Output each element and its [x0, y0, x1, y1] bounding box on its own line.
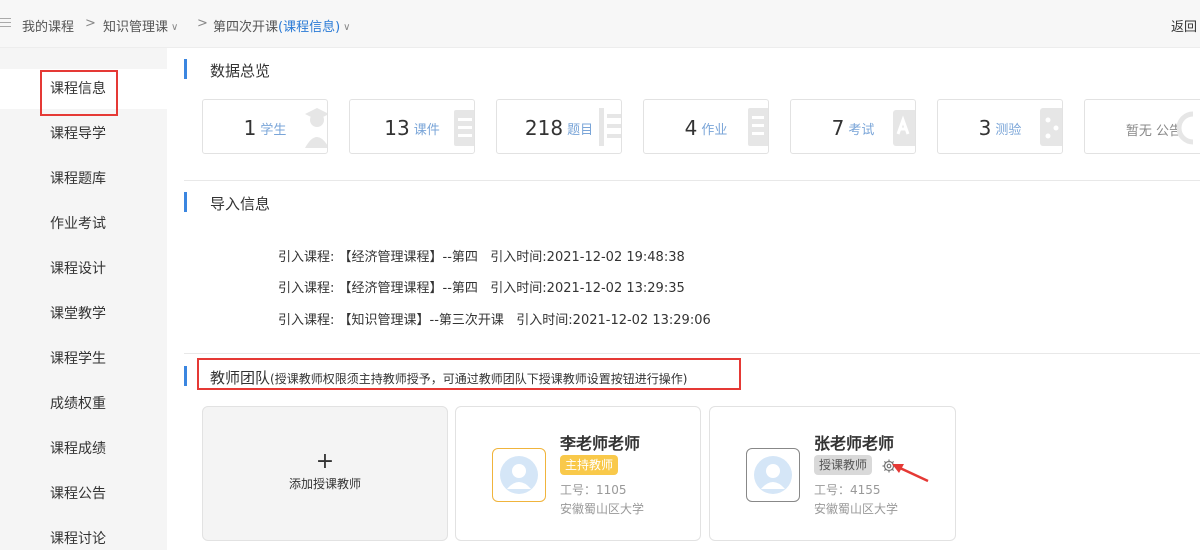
sidebar-item-question-bank[interactable]: 课程题库: [0, 159, 167, 199]
chevron-down-icon: ∨: [343, 22, 351, 33]
teacher-name: 张老师老师: [814, 434, 895, 453]
breadcrumb-separator: >: [85, 16, 96, 31]
avatar: [746, 448, 800, 502]
courseware-icon: [454, 110, 474, 146]
breadcrumb-session-label: 第四次开课: [213, 20, 279, 35]
stat-label: 课件: [413, 122, 440, 138]
breadcrumb-separator: >: [197, 16, 208, 31]
overview-title: 数据总览: [210, 62, 271, 80]
stat-card-coursewares[interactable]: 13 课件: [349, 99, 475, 154]
role-badge: 主持教师: [560, 455, 619, 475]
breadcrumb-course-label: 知识管理课: [103, 20, 169, 35]
user-avatar-icon: [500, 456, 538, 494]
stat-card-questions[interactable]: 218 题目: [496, 99, 622, 154]
user-avatar-icon: [754, 456, 792, 494]
stat-value: 13: [384, 116, 410, 140]
avatar: [492, 448, 546, 502]
sidebar-item-discussion[interactable]: 课程讨论: [0, 519, 167, 550]
exam-icon: [893, 110, 915, 146]
teacher-school: 安徽蜀山区大学: [814, 502, 899, 516]
import-record: 引入课程: 【经济管理课程】--第四 引入时间:2021-12-02 13:29…: [278, 281, 685, 296]
stat-value: 1: [243, 116, 257, 140]
teacher-name: 李老师老师: [560, 434, 641, 453]
question-icon: [599, 108, 621, 146]
breadcrumb-my-courses[interactable]: 我的课程: [22, 16, 74, 35]
stat-label: 测验: [995, 122, 1022, 138]
sidebar: 课程信息 课程导学 课程题库 作业考试 课程设计 课堂教学 课程学生 成绩权重 …: [0, 48, 167, 550]
stat-value: 4: [684, 116, 698, 140]
sidebar-item-grade-weights[interactable]: 成绩权重: [0, 384, 167, 424]
stat-label: 作业: [701, 122, 728, 138]
sidebar-item-announcements[interactable]: 课程公告: [0, 474, 167, 514]
homework-icon: [748, 108, 768, 146]
sidebar-item-course-design[interactable]: 课程设计: [0, 249, 167, 289]
section-accent-bar: [184, 192, 187, 212]
sidebar-item-course-guide[interactable]: 课程导学: [0, 114, 167, 154]
highlight-box: [40, 70, 118, 116]
stat-value: 3: [978, 116, 992, 140]
section-accent-bar: [184, 59, 187, 79]
quiz-icon: [1040, 108, 1062, 146]
sidebar-item-classroom-teaching[interactable]: 课堂教学: [0, 294, 167, 334]
stat-card-students[interactable]: 1 学生: [202, 99, 328, 154]
add-teacher-card[interactable]: + 添加授课教师: [202, 406, 448, 541]
menu-icon[interactable]: [0, 18, 11, 29]
stat-card-announcements[interactable]: 暂无 公告: [1084, 99, 1200, 154]
stat-card-quizzes[interactable]: 3 测验: [937, 99, 1063, 154]
chevron-down-icon: ∨: [171, 22, 179, 33]
breadcrumb-current-page: (课程信息): [278, 20, 341, 35]
add-teacher-label: 添加授课教师: [288, 477, 361, 491]
stat-card-homework[interactable]: 4 作业: [643, 99, 769, 154]
teacher-id: 工号：1105: [560, 483, 627, 497]
teacher-id: 工号：4155: [814, 483, 881, 497]
stat-label: 题目: [567, 122, 594, 138]
teacher-card-host: 李老师老师 主持教师 工号：1105 安徽蜀山区大学: [455, 406, 701, 541]
divider: [184, 353, 1200, 354]
announcement-icon: [1177, 111, 1194, 145]
back-link[interactable]: 返回: [1171, 16, 1197, 35]
annotation-arrow-icon: [892, 464, 929, 483]
breadcrumb-course[interactable]: 知识管理课 ∨: [103, 16, 178, 35]
stat-value: 7: [831, 116, 845, 140]
breadcrumb-session[interactable]: 第四次开课(课程信息) ∨: [213, 16, 351, 35]
stat-value: 暂无 公告: [1125, 124, 1183, 139]
stat-label: 考试: [848, 122, 875, 138]
section-accent-bar: [184, 366, 187, 386]
import-record: 引入课程: 【知识管理课】--第三次开课 引入时间:2021-12-02 13:…: [278, 313, 711, 328]
import-title: 导入信息: [210, 195, 271, 213]
sidebar-item-homework-exams[interactable]: 作业考试: [0, 204, 167, 244]
highlight-box: [197, 358, 741, 390]
stat-label: 学生: [260, 122, 287, 138]
import-record: 引入课程: 【经济管理课程】--第四 引入时间:2021-12-02 19:48…: [278, 250, 685, 265]
plus-icon: +: [315, 449, 335, 474]
student-icon: [305, 108, 327, 148]
sidebar-item-course-students[interactable]: 课程学生: [0, 339, 167, 379]
stat-value: 218: [524, 116, 564, 140]
divider: [184, 180, 1200, 181]
teacher-school: 安徽蜀山区大学: [560, 502, 645, 516]
role-badge: 授课教师: [814, 455, 873, 475]
sidebar-item-course-grades[interactable]: 课程成绩: [0, 429, 167, 469]
stat-card-exams[interactable]: 7 考试: [790, 99, 916, 154]
top-bar: 我的课程 > 知识管理课 ∨ > 第四次开课(课程信息) ∨ 返回: [0, 0, 1200, 48]
